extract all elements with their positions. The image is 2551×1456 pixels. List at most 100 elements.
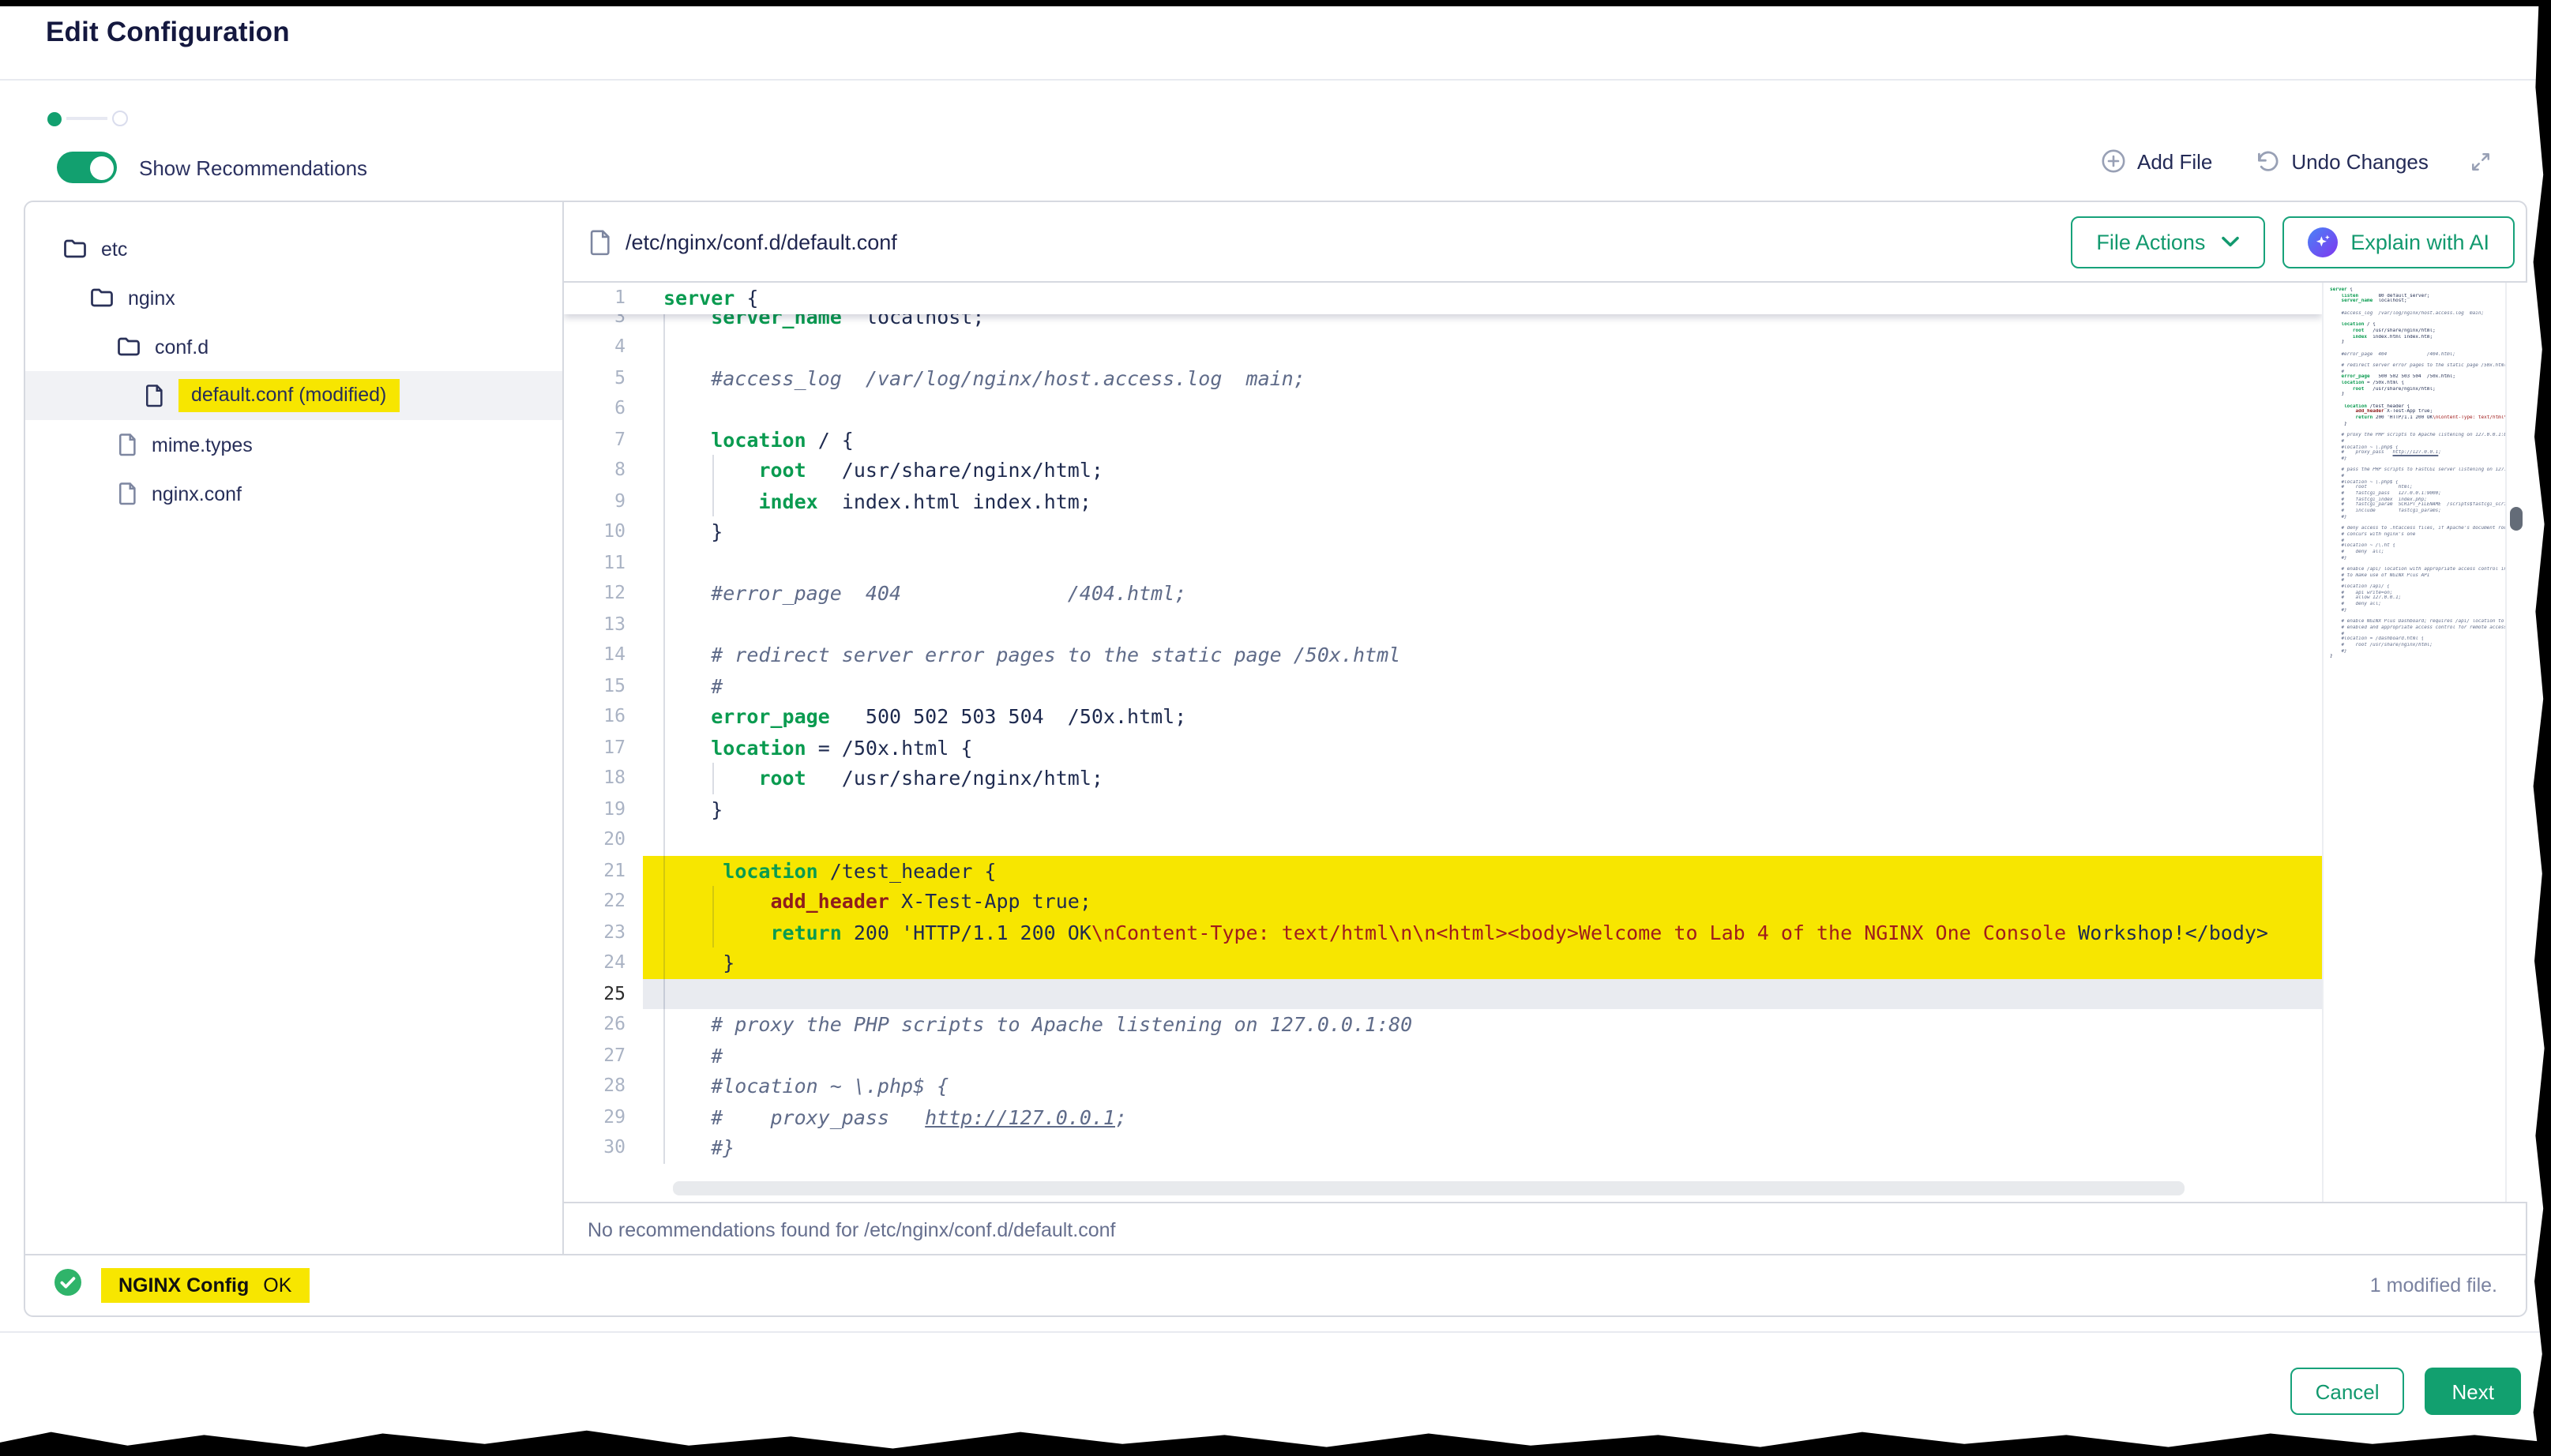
code-line-content: # proxy the PHP scripts to Apache listen… <box>643 1009 2322 1040</box>
minimap-line: add_header X-Test-App true; <box>2330 410 2507 415</box>
code-line-28[interactable]: 28 #location ~ \.php$ { <box>564 1071 2322 1101</box>
tree-item-default.conf[interactable]: default.conf (modified) <box>25 371 562 420</box>
minimap-line: # <box>2330 538 2507 543</box>
code-line-23[interactable]: 23 return 200 'HTTP/1.1 200 OK\nContent-… <box>564 917 2322 948</box>
minimap-line <box>2330 427 2507 433</box>
code-line-15[interactable]: 15 # <box>564 670 2322 701</box>
line-number: 11 <box>564 547 643 578</box>
minimap-line: server_name localhost; <box>2330 299 2507 305</box>
explain-with-ai-button[interactable]: Explain with AI <box>2282 216 2515 268</box>
file-actions-button[interactable]: File Actions <box>2071 216 2265 268</box>
minimap-line: listen 80 default_server; <box>2330 293 2507 298</box>
vertical-scrollbar-thumb[interactable] <box>2510 507 2523 531</box>
minimap-line: # fastcgi_param SCRIPT_FILENAME /scripts… <box>2330 503 2507 508</box>
minimap-line: # <box>2330 579 2507 584</box>
code-line-17[interactable]: 17 location = /50x.html { <box>564 732 2322 763</box>
expand-editor-button[interactable] <box>2470 149 2493 173</box>
minimap-line: #access_log /var/log/nginx/host.access.l… <box>2330 311 2507 317</box>
line-number: 12 <box>564 578 643 609</box>
minimap-line: # <box>2330 474 2507 479</box>
line-number: 16 <box>564 701 643 732</box>
code-line-27[interactable]: 27 # <box>564 1040 2322 1071</box>
code-line-6[interactable]: 6 <box>564 393 2322 424</box>
code-line-11[interactable]: 11 <box>564 547 2322 578</box>
code-line-content: #location ~ \.php$ { <box>643 1071 2322 1101</box>
tree-item-etc[interactable]: etc <box>25 224 562 273</box>
show-recommendations-toggle[interactable] <box>57 152 117 183</box>
code-line-16[interactable]: 16 error_page 500 502 503 504 /50x.html; <box>564 701 2322 732</box>
code-line-20[interactable]: 20 <box>564 824 2322 855</box>
code-line-7[interactable]: 7 location / { <box>564 424 2322 455</box>
minimap-line: # proxy_pass http://127.0.0.1; <box>2330 451 2507 456</box>
line-number: 20 <box>564 824 643 855</box>
code-line-21[interactable]: 21 location /test_header { <box>564 855 2322 886</box>
step-1-active-dot[interactable] <box>47 111 62 126</box>
toggle-knob <box>89 156 113 179</box>
code-line-13[interactable]: 13 <box>564 609 2322 640</box>
code-line-30[interactable]: 30 #} <box>564 1132 2322 1163</box>
minimap-line <box>2330 614 2507 619</box>
code-line-12[interactable]: 12 #error_page 404 /404.html; <box>564 578 2322 609</box>
horizontal-scrollbar-thumb[interactable] <box>673 1181 2185 1195</box>
file-icon <box>117 433 137 456</box>
code-line-content <box>643 547 2322 578</box>
code-line-5[interactable]: 5 #access_log /var/log/nginx/host.access… <box>564 362 2322 393</box>
minimap-line <box>2330 398 2507 403</box>
undo-changes-button[interactable]: Undo Changes <box>2253 149 2428 173</box>
step-2-dot[interactable] <box>112 111 128 126</box>
code-line-content: # redirect server error pages to the sta… <box>643 640 2322 670</box>
minimap[interactable]: server { listen 80 default_server; serve… <box>2322 283 2507 1202</box>
line-number: 27 <box>564 1040 643 1071</box>
code-line-content: error_page 500 502 503 504 /50x.html; <box>643 701 2322 732</box>
line-number: 25 <box>564 978 643 1009</box>
minimap-line: } <box>2330 422 2507 427</box>
line-number: 21 <box>564 855 643 886</box>
minimap-line: return 200 'HTTP/1.1 200 OK\nContent-Typ… <box>2330 415 2507 421</box>
cancel-button[interactable]: Cancel <box>2290 1368 2405 1415</box>
expand-icon <box>2470 149 2493 173</box>
minimap-line: #} <box>2330 648 2507 654</box>
undo-changes-label: Undo Changes <box>2291 149 2428 173</box>
code-line-content: # proxy_pass http://127.0.0.1; <box>643 1101 2322 1132</box>
line-number: 5 <box>564 362 643 393</box>
code-line-22[interactable]: 22 add_header X-Test-App true; <box>564 886 2322 917</box>
minimap-line: # enable NGINX Plus Dashboard; requires … <box>2330 619 2507 625</box>
folder-icon <box>90 287 114 308</box>
line-number: 19 <box>564 794 643 824</box>
config-editor-panel: etc nginx conf.ddefault.conf (modified)mim… <box>24 201 2527 1317</box>
code-line-8[interactable]: 8 root /usr/share/nginx/html; <box>564 455 2322 486</box>
explain-ai-label: Explain with AI <box>2350 230 2489 253</box>
code-line-29[interactable]: 29 # proxy_pass http://127.0.0.1; <box>564 1101 2322 1132</box>
add-file-button[interactable]: Add File <box>2101 148 2212 174</box>
code-line-1[interactable]: 1server { <box>564 283 2322 313</box>
code-line-content: root /usr/share/nginx/html; <box>643 763 2322 794</box>
minimap-line: #location = /dashboard.html { <box>2330 637 2507 643</box>
code-line-9[interactable]: 9 index index.html index.htm; <box>564 486 2322 516</box>
minimap-line <box>2330 520 2507 526</box>
line-number: 6 <box>564 393 643 424</box>
status-bar: NGINX Config OK 1 modified file. <box>25 1254 2526 1315</box>
tree-item-conf.d[interactable]: conf.d <box>25 322 562 371</box>
tree-item-label: nginx <box>128 287 175 309</box>
line-number: 10 <box>564 516 643 547</box>
line-number: 14 <box>564 640 643 670</box>
minimap-line: # fastcgi_pass 127.0.0.1:9000; <box>2330 491 2507 497</box>
code-line-25[interactable]: 25 <box>564 978 2322 1009</box>
code-line-19[interactable]: 19 } <box>564 794 2322 824</box>
code-editor[interactable]: 1server {3 server_name localhost;45 #acc… <box>564 283 2527 1202</box>
code-line-content <box>643 332 2322 362</box>
tree-item-nginx.conf[interactable]: nginx.conf <box>25 469 562 518</box>
code-line-24[interactable]: 24 } <box>564 948 2322 978</box>
code-line-10[interactable]: 10 } <box>564 516 2322 547</box>
code-line-26[interactable]: 26 # proxy the PHP scripts to Apache lis… <box>564 1009 2322 1040</box>
tree-item-mime.types[interactable]: mime.types <box>25 420 562 469</box>
line-number: 30 <box>564 1132 643 1163</box>
file-icon <box>117 482 137 505</box>
code-line-18[interactable]: 18 root /usr/share/nginx/html; <box>564 763 2322 794</box>
code-line-4[interactable]: 4 <box>564 332 2322 362</box>
code-line-14[interactable]: 14 # redirect server error pages to the … <box>564 640 2322 670</box>
tree-item-nginx[interactable]: nginx <box>25 273 562 322</box>
minimap-line: # root html; <box>2330 486 2507 491</box>
vertical-scrollbar[interactable] <box>2505 283 2527 1202</box>
next-button[interactable]: Next <box>2425 1368 2521 1415</box>
